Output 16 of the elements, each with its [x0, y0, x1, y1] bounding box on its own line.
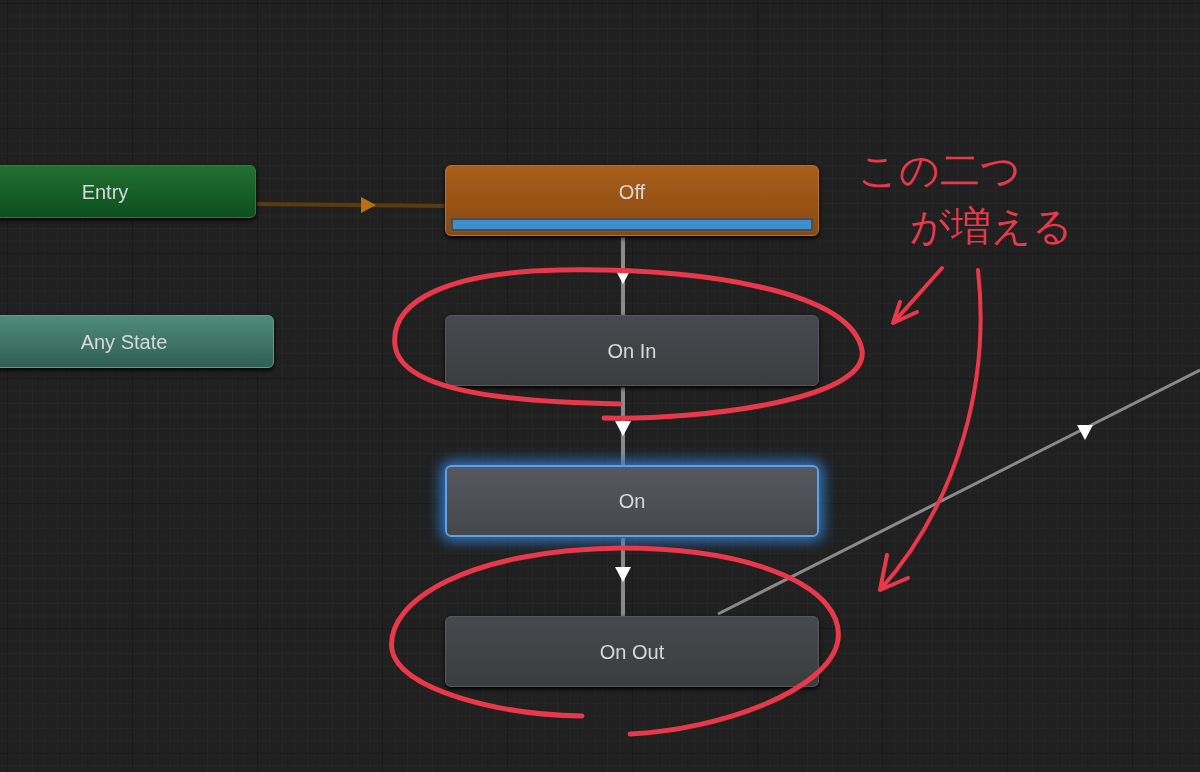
- state-node[interactable]: On Out: [445, 616, 819, 687]
- handwritten-note: が増える: [910, 202, 1073, 251]
- node-label: On In: [607, 338, 657, 364]
- state-node[interactable]: Off: [445, 165, 819, 236]
- state-node[interactable]: On: [445, 465, 819, 537]
- state-node[interactable]: Any State: [0, 315, 274, 368]
- node-label: Off: [618, 179, 646, 205]
- node-label: On: [618, 489, 646, 514]
- node-label: Any State: [80, 329, 168, 355]
- transition-arrow[interactable]: [615, 387, 631, 465]
- state-node[interactable]: On In: [445, 315, 819, 386]
- state-node[interactable]: Entry: [0, 165, 256, 218]
- node-label: Entry: [81, 179, 129, 205]
- handwritten-note: この二つ: [858, 146, 1021, 195]
- node-label: On Out: [599, 639, 665, 665]
- transition-arrow[interactable]: [615, 538, 631, 616]
